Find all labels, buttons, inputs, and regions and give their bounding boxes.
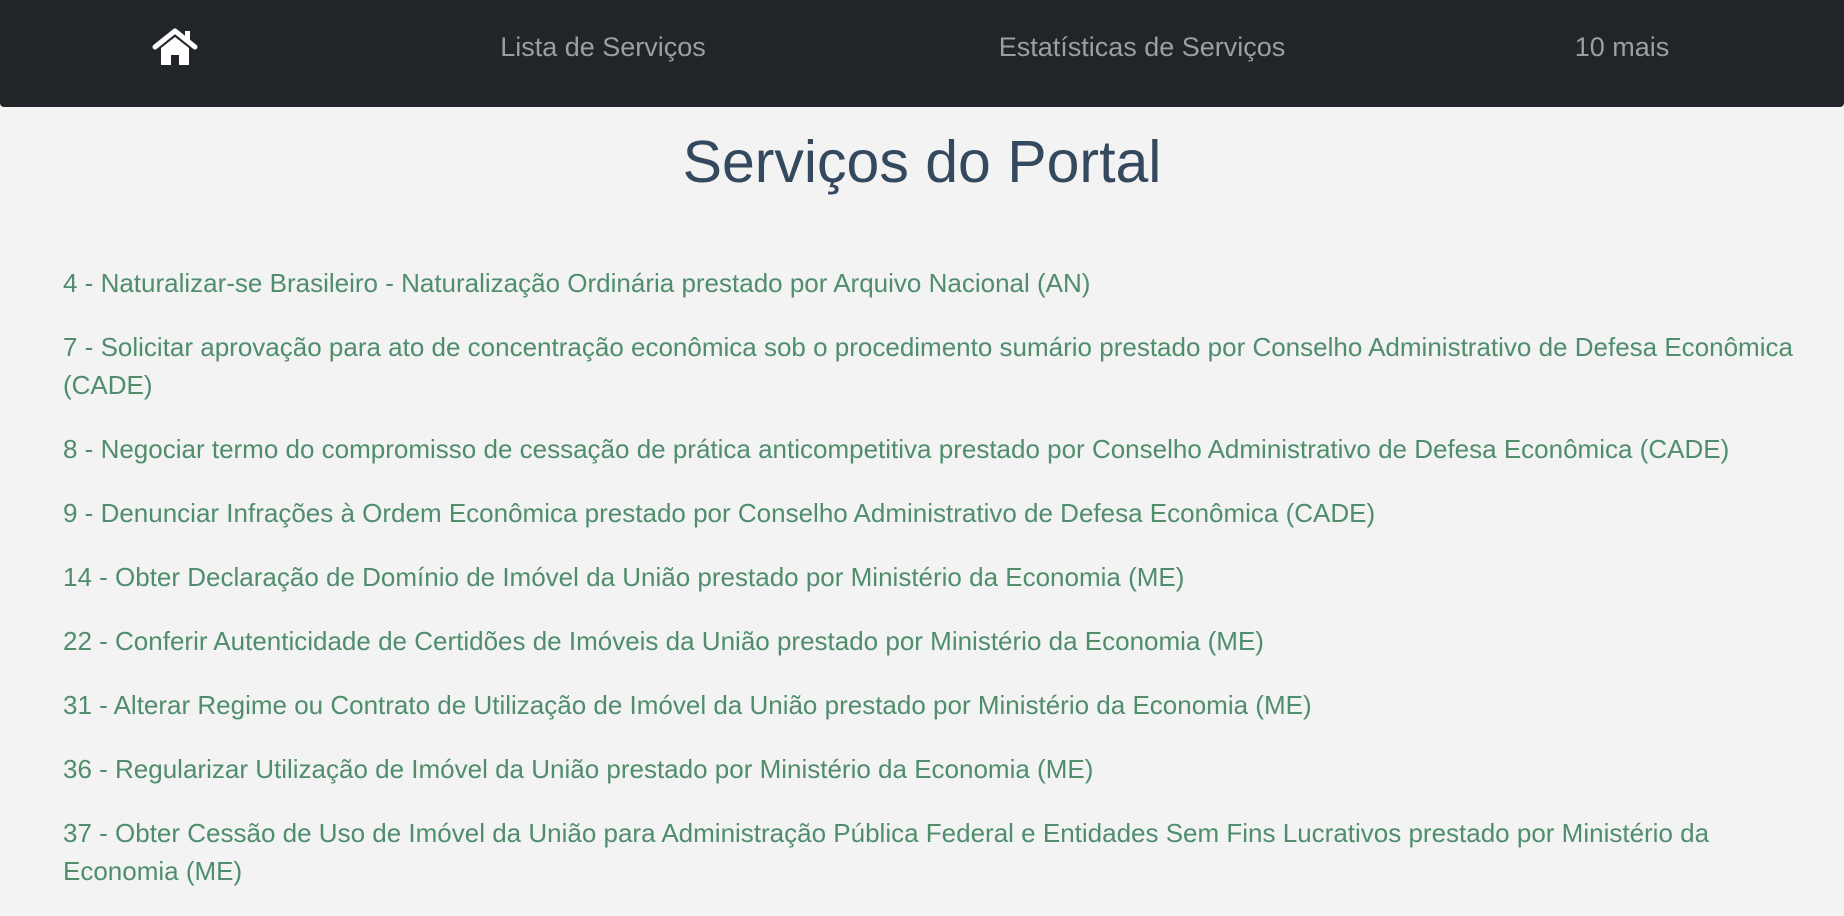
service-link[interactable]: 14 - Obter Declaração de Domínio de Imóv…: [63, 558, 1803, 596]
nav-lista-servicos[interactable]: Lista de Serviços: [500, 0, 706, 94]
home-icon: [152, 28, 198, 65]
home-link[interactable]: [152, 0, 198, 94]
page-title: Serviços do Portal: [682, 129, 1162, 195]
service-link[interactable]: 4 - Naturalizar-se Brasileiro - Naturali…: [63, 264, 1803, 302]
service-link[interactable]: 9 - Denunciar Infrações à Ordem Econômic…: [63, 494, 1803, 532]
service-link[interactable]: 7 - Solicitar aprovação para ato de conc…: [63, 328, 1803, 404]
navbar: Lista de Serviços Estatísticas de Serviç…: [0, 0, 1844, 107]
service-link[interactable]: 22 - Conferir Autenticidade de Certidões…: [63, 622, 1803, 660]
services-list: 4 - Naturalizar-se Brasileiro - Naturali…: [63, 264, 1803, 916]
nav-10-mais[interactable]: 10 mais: [1575, 0, 1670, 94]
service-link[interactable]: 36 - Regularizar Utilização de Imóvel da…: [63, 750, 1803, 788]
service-link[interactable]: 8 - Negociar termo do compromisso de ces…: [63, 430, 1803, 468]
nav-estatisticas-servicos[interactable]: Estatísticas de Serviços: [999, 0, 1286, 94]
service-link[interactable]: 37 - Obter Cessão de Uso de Imóvel da Un…: [63, 814, 1803, 890]
service-link[interactable]: 31 - Alterar Regime ou Contrato de Utili…: [63, 686, 1803, 724]
